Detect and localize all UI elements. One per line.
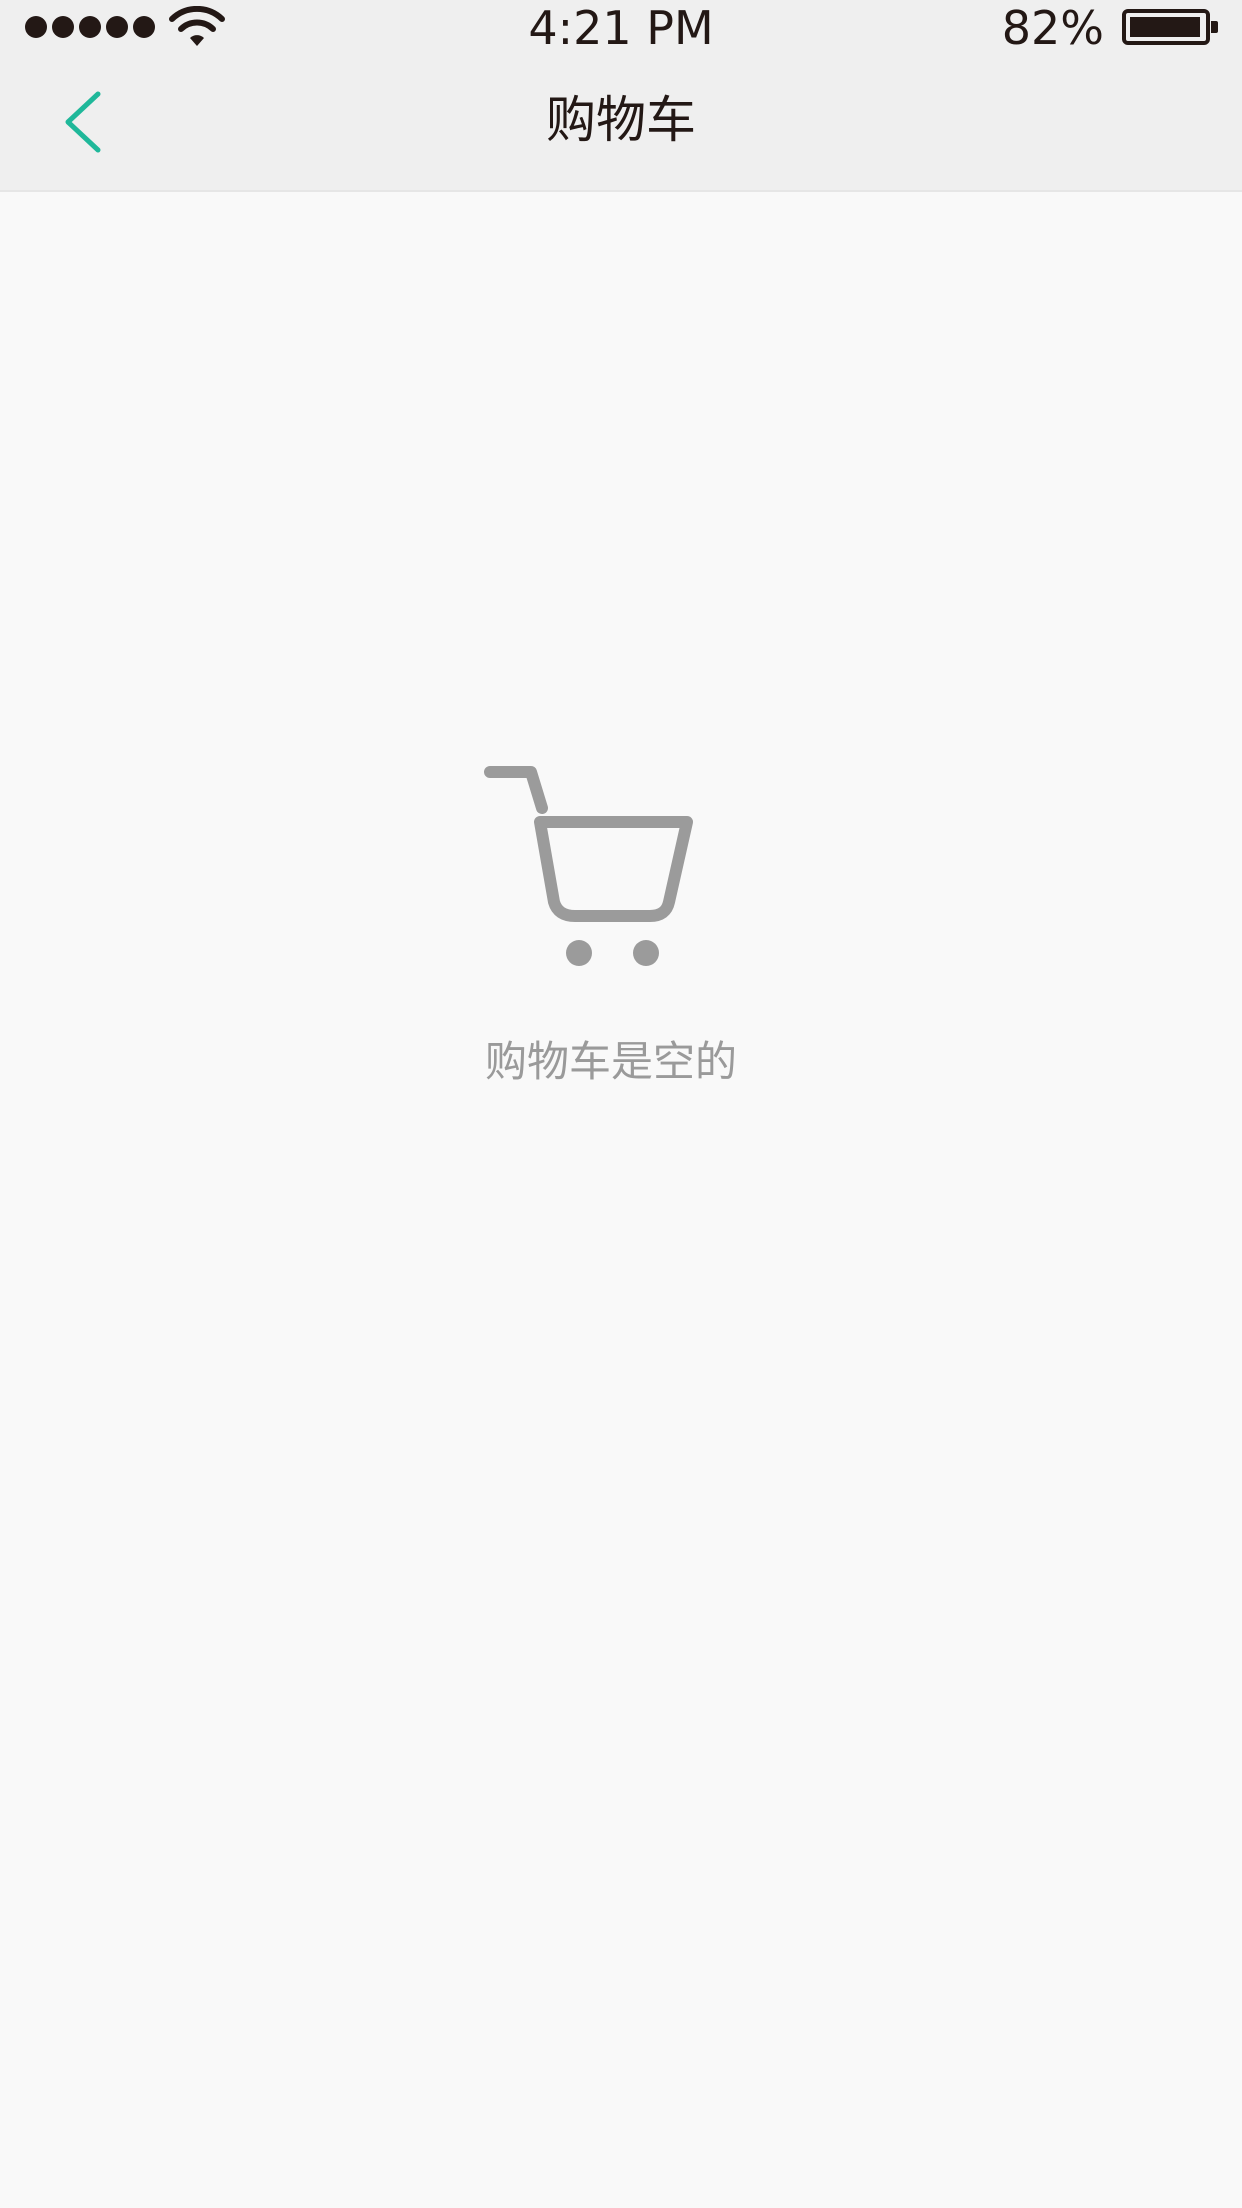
battery-fill [1130, 17, 1200, 37]
battery-percentage: 82% [1001, 1, 1104, 55]
status-bar: 4:21 PM 82% [0, 0, 1242, 60]
empty-cart-message: 购物车是空的 [484, 1037, 737, 1086]
shopping-cart-icon [484, 766, 693, 966]
battery-nub [1211, 21, 1218, 33]
battery-icon [1122, 9, 1218, 45]
top-bar: 4:21 PM 82% 购物车 [0, 0, 1242, 192]
page-title: 购物车 [546, 91, 696, 149]
